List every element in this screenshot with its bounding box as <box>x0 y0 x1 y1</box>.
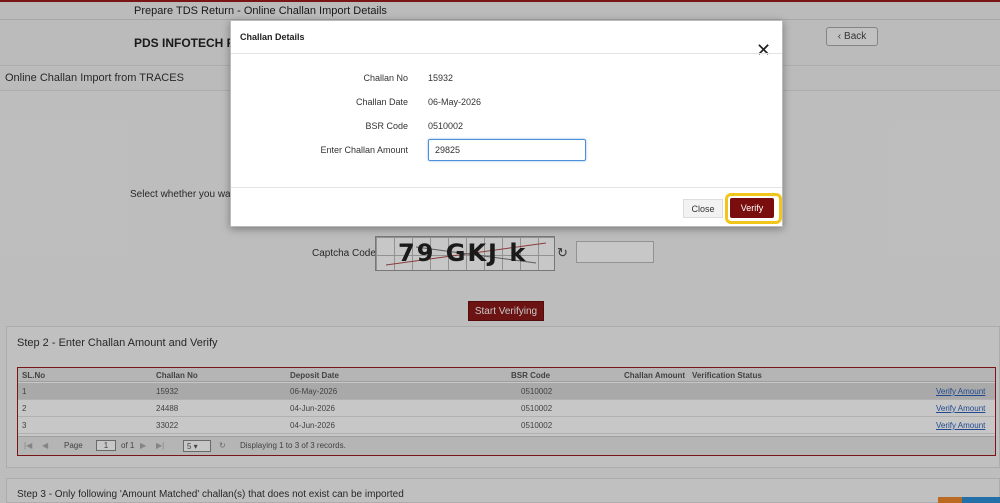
dialog-title: Challan Details <box>240 32 305 42</box>
divider <box>231 53 782 54</box>
close-icon[interactable]: ✕ <box>756 41 771 59</box>
bsr-code-value: 0510002 <box>428 121 464 131</box>
verify-button[interactable]: Verify <box>730 198 774 218</box>
divider <box>231 187 782 188</box>
challan-details-dialog: Challan Details ✕ Challan No 15932 Chall… <box>230 20 783 227</box>
challan-amount-label: Enter Challan Amount <box>320 145 408 155</box>
challan-date-value: 06-May-2026 <box>428 97 482 107</box>
challan-amount-input[interactable]: 29825 <box>428 139 586 161</box>
close-button[interactable]: Close <box>683 199 723 218</box>
challan-no-label: Challan No <box>363 73 408 83</box>
challan-date-label: Challan Date <box>355 97 408 107</box>
bsr-code-label: BSR Code <box>365 121 408 131</box>
challan-no-value: 15932 <box>428 73 454 83</box>
